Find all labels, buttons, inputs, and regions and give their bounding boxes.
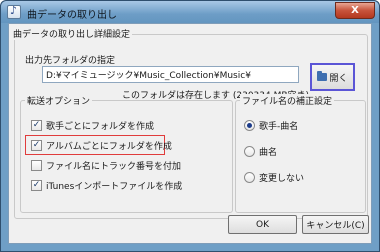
itunes-import-checkbox[interactable]: ✓	[31, 180, 42, 191]
transfer-options-label: 転送オプション	[25, 94, 93, 107]
track-number-checkbox[interactable]	[31, 160, 42, 171]
close-button[interactable]: X	[335, 2, 375, 19]
open-button-label: 開く	[329, 73, 348, 84]
filename-correction-group: ファイル名の補正設定 歌手-曲名 曲名 変更しない	[235, 94, 366, 213]
music-app-icon	[7, 4, 21, 19]
no-change-label: 変更しない	[259, 174, 305, 184]
artist-title-label: 歌手-曲名	[259, 122, 299, 132]
transfer-options-group: 転送オプション ✓ 歌手ごとにフォルダを作成 ✓ アルバムごとにフォルダを作成 …	[20, 94, 233, 213]
title-label: 曲名	[259, 148, 278, 158]
artist-folder-checkbox[interactable]: ✓	[31, 120, 42, 131]
album-folder-checkbox[interactable]: ✓	[31, 140, 42, 151]
dialog-window: 曲データの取り出し X 曲データの取り出し詳細設定 出力先フォルダの指定 このフ…	[0, 0, 380, 252]
artist-title-radio[interactable]	[244, 120, 255, 131]
window-title: 曲データの取り出し	[27, 10, 117, 21]
no-change-radio[interactable]	[244, 172, 255, 183]
artist-folder-label: 歌手ごとにフォルダを作成	[46, 122, 155, 132]
option-artist-folder[interactable]: ✓ 歌手ごとにフォルダを作成	[31, 119, 154, 132]
option-album-folder[interactable]: ✓ アルバムごとにフォルダを作成	[31, 139, 172, 152]
track-number-label: ファイル名にトラック番号を付加	[46, 162, 182, 172]
radio-option-title[interactable]: 曲名	[244, 145, 277, 158]
option-itunes-import[interactable]: ✓ iTunesインポートファイルを作成	[31, 179, 182, 192]
settings-group-label: 曲データの取り出し詳細設定	[11, 27, 133, 40]
open-folder-button[interactable]: 開く	[310, 63, 355, 91]
radio-option-artist-title[interactable]: 歌手-曲名	[244, 119, 298, 132]
dialog-body: 曲データの取り出し詳細設定 出力先フォルダの指定 このフォルダは存在します (2…	[8, 23, 372, 244]
folder-icon	[317, 71, 328, 81]
title-bar[interactable]: 曲データの取り出し X	[1, 1, 379, 23]
ok-button[interactable]: OK	[228, 215, 297, 234]
album-folder-label: アルバムごとにフォルダを作成	[46, 142, 172, 152]
itunes-import-label: iTunesインポートファイルを作成	[46, 182, 183, 192]
cancel-button[interactable]: キャンセル(C)	[302, 215, 369, 234]
radio-option-no-change[interactable]: 変更しない	[244, 171, 304, 184]
title-radio[interactable]	[244, 146, 255, 157]
filename-correction-label: ファイル名の補正設定	[240, 94, 335, 107]
output-folder-label: 出力先フォルダの指定	[25, 56, 116, 66]
option-track-number[interactable]: ファイル名にトラック番号を付加	[31, 159, 181, 172]
output-folder-input[interactable]	[42, 66, 299, 83]
